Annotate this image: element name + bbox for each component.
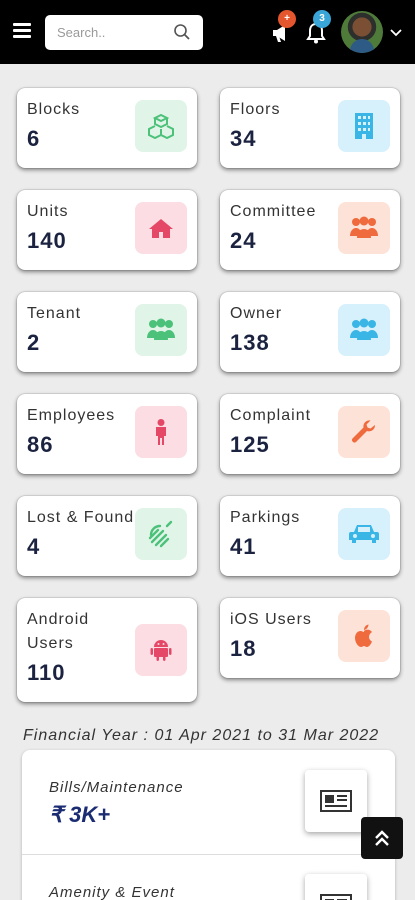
financial-year-label: Financial Year : 01 Apr 2021 to 31 Mar 2… (23, 727, 380, 744)
stat-card-parkings[interactable]: Parkings 41 (220, 496, 400, 576)
group-icon (338, 202, 390, 254)
announcement-badge: + (278, 10, 296, 28)
stat-value: 140 (27, 228, 67, 253)
financial-summary-card: Bills/Maintenance ₹ 3K+ Amenity & Event (22, 750, 395, 900)
notification-badge: 3 (313, 10, 331, 28)
divider (22, 854, 395, 855)
stat-card-complaint[interactable]: Complaint 125 (220, 394, 400, 474)
apple-icon (338, 610, 390, 662)
stat-value: 125 (230, 432, 270, 457)
search-input[interactable] (57, 23, 169, 42)
wrench-icon (338, 406, 390, 458)
top-navbar: + 3 (0, 0, 415, 64)
users-icon (338, 304, 390, 356)
stat-value: 138 (230, 330, 270, 355)
stat-card-owner[interactable]: Owner 138 (220, 292, 400, 372)
stat-label: Complaint (230, 407, 312, 424)
notification-button[interactable]: 3 (305, 10, 331, 46)
scroll-to-top-button[interactable] (361, 817, 403, 859)
car-icon (338, 508, 390, 560)
user-avatar[interactable] (341, 11, 383, 53)
stat-value: 18 (230, 636, 257, 661)
stat-card-floors[interactable]: Floors 34 (220, 88, 400, 168)
stat-label: Owner (230, 305, 283, 322)
stat-label: Units (27, 203, 69, 220)
stat-card-units[interactable]: Units 140 (17, 190, 197, 270)
bills-maintenance-title: Bills/Maintenance (49, 779, 184, 796)
stat-label: Committee (230, 203, 317, 220)
stat-label: iOS Users (230, 611, 312, 628)
stat-card-android-users[interactable]: Android Users 110 (17, 598, 197, 702)
stat-value: 34 (230, 126, 257, 151)
hamburger-icon[interactable] (13, 23, 31, 39)
android-icon (135, 624, 187, 676)
announcement-button[interactable]: + (270, 10, 296, 46)
stat-label: Tenant (27, 305, 82, 322)
stat-label: Floors (230, 101, 281, 118)
stat-card-blocks[interactable]: Blocks 6 (17, 88, 197, 168)
users-icon (135, 304, 187, 356)
stat-label: Blocks (27, 101, 81, 118)
stat-value: 41 (230, 534, 257, 559)
search-box[interactable] (45, 15, 203, 50)
stat-card-ios-users[interactable]: iOS Users 18 (220, 598, 400, 678)
double-chevron-up-icon (375, 830, 389, 846)
bill-icon[interactable] (305, 770, 367, 832)
search-icon[interactable] (173, 23, 191, 41)
person-icon (135, 406, 187, 458)
stat-value: 110 (27, 660, 66, 685)
stat-value: 24 (230, 228, 257, 253)
home-icon (135, 202, 187, 254)
stat-label: Parkings (230, 509, 301, 526)
chevron-down-icon[interactable] (390, 27, 402, 39)
stat-card-committee[interactable]: Committee 24 (220, 190, 400, 270)
stat-label: Android Users (27, 611, 90, 652)
bill-icon[interactable] (305, 874, 367, 900)
building-icon (338, 100, 390, 152)
bills-maintenance-amount: ₹ 3K+ (49, 802, 111, 827)
stat-value: 86 (27, 432, 54, 457)
hand-icon (135, 508, 187, 560)
stat-card-tenant[interactable]: Tenant 2 (17, 292, 197, 372)
stat-card-employees[interactable]: Employees 86 (17, 394, 197, 474)
amenity-event-title: Amenity & Event (49, 884, 175, 900)
stat-value: 4 (27, 534, 41, 559)
stat-value: 6 (27, 126, 41, 151)
stat-card-lost-found[interactable]: Lost & Found 4 (17, 496, 197, 576)
stat-label: Employees (27, 407, 116, 424)
cubes-icon (135, 100, 187, 152)
stat-value: 2 (27, 330, 41, 355)
stat-label: Lost & Found (27, 509, 135, 526)
